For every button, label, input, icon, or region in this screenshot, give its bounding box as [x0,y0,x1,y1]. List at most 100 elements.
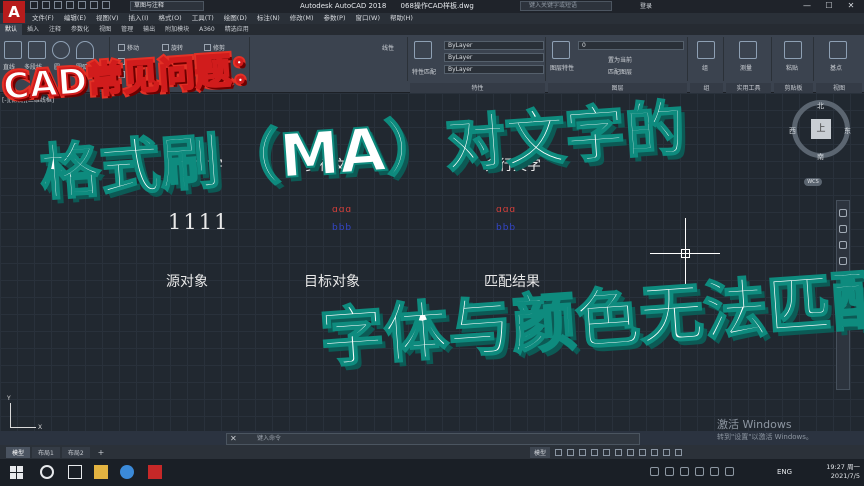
lineweight-icon[interactable] [615,449,623,456]
linewidth-tool[interactable]: 线性 [382,43,394,52]
close-button[interactable]: ✕ [840,0,862,12]
menu-insert[interactable]: 插入(I) [129,13,149,24]
workspace-gear-icon[interactable] [639,449,647,456]
target-text-blue[interactable]: bbb [332,223,352,233]
workspace-select[interactable]: 草图与注释 [130,1,204,11]
search-input[interactable]: 键入关键字或短语 [520,1,612,11]
viewcube-top-face[interactable]: 上 [811,119,831,139]
app-logo-button[interactable]: A [3,1,25,23]
tab-annotate[interactable]: 注释 [44,24,66,35]
command-close-icon[interactable]: ✕ [230,434,237,444]
tab-a360[interactable]: A360 [194,24,220,35]
task-view-icon[interactable] [68,465,82,479]
menu-params[interactable]: 参数(P) [323,13,345,24]
paste-icon[interactable] [784,41,802,59]
tab-parametric[interactable]: 参数化 [66,24,94,35]
clock-time: 19:27 周一 [826,463,860,471]
login-button[interactable]: 登录 [640,1,652,10]
zoom-icon[interactable] [839,241,847,249]
source-text-1111[interactable]: 1111 [168,210,229,234]
autocad-taskbar-icon[interactable] [148,465,162,479]
menu-view[interactable]: 视图(V) [96,13,119,24]
isolate-icon[interactable] [651,449,659,456]
windows-start-icon[interactable] [10,466,23,479]
match-properties-icon[interactable] [414,41,432,59]
tab-manage[interactable]: 管理 [116,24,138,35]
minimize-button[interactable]: — [796,0,818,12]
menu-file[interactable]: 文件(F) [32,13,54,24]
result-text-red[interactable]: ɑɑɑ [496,205,516,215]
chrome-icon[interactable] [120,465,134,479]
set-current-button[interactable]: 置为当前 [608,55,632,64]
menu-draw[interactable]: 绘图(D) [224,13,247,24]
customize-icon[interactable] [675,449,683,456]
input-language[interactable]: ENG [777,468,792,476]
match-layer-button[interactable]: 匹配图层 [608,67,632,76]
wcs-menu-button[interactable]: WCS [804,178,822,186]
system-tray-icons [650,467,734,476]
tray-wechat-icon[interactable] [680,467,689,476]
target-text-red[interactable]: ɑɑɑ [332,205,352,215]
menu-bar: 文件(F) 编辑(E) 视图(V) 插入(I) 格式(O) 工具(T) 绘图(D… [26,13,864,24]
save-icon[interactable] [54,1,62,9]
tab-view[interactable]: 视图 [94,24,116,35]
full-navigation-wheel-icon[interactable] [839,209,847,217]
model-space-toggle[interactable]: 模型 [530,447,551,458]
tab-default[interactable]: 默认 [0,24,23,35]
command-input[interactable]: 键入命令 [257,434,281,444]
tab-featured[interactable]: 精选应用 [220,24,254,35]
fullscreen-icon[interactable] [663,449,671,456]
tab-layout1[interactable]: 布局1 [32,446,60,458]
undo-icon[interactable] [90,1,98,9]
polar-icon[interactable] [591,449,599,456]
menu-window[interactable]: 窗口(W) [355,13,380,24]
tab-insert[interactable]: 插入 [22,24,44,35]
color-combo[interactable]: ByLayer [444,41,544,50]
group-icon[interactable] [697,41,715,59]
viewcube-west[interactable]: 西 [789,126,796,136]
viewcube-north[interactable]: 北 [817,101,824,111]
maximize-button[interactable]: ☐ [818,0,840,12]
search-icon[interactable] [40,465,54,479]
base-icon[interactable] [829,41,847,59]
new-icon[interactable] [30,1,38,9]
tray-volume-icon[interactable] [710,467,719,476]
print-icon[interactable] [78,1,86,9]
redo-icon[interactable] [102,1,110,9]
layer-properties-icon[interactable] [552,41,570,59]
add-layout-button[interactable]: + [92,447,111,458]
tray-network-icon[interactable] [695,467,704,476]
grid-icon[interactable] [555,449,563,456]
tab-model[interactable]: 模型 [6,446,31,458]
ortho-icon[interactable] [579,449,587,456]
measure-icon[interactable] [739,41,757,59]
pan-icon[interactable] [839,225,847,233]
layer-combo[interactable]: 0 [578,41,684,50]
menu-modify[interactable]: 修改(M) [290,13,314,24]
saveas-icon[interactable] [66,1,74,9]
osnap-icon[interactable] [603,449,611,456]
tray-chevron-icon[interactable] [650,467,659,476]
tab-output[interactable]: 输出 [138,24,160,35]
label-source-object[interactable]: 源对象 [166,271,208,291]
annotation-scale-icon[interactable] [627,449,635,456]
menu-edit[interactable]: 编辑(E) [64,13,86,24]
tray-battery-icon[interactable] [725,467,734,476]
menu-format[interactable]: 格式(O) [159,13,182,24]
clock[interactable]: 19:27 周一 2021/7/5 [826,463,860,481]
viewcube-south[interactable]: 南 [817,152,824,162]
lineweight-combo[interactable]: ByLayer [444,65,544,74]
menu-dimension[interactable]: 标注(N) [257,13,280,24]
command-line[interactable]: ✕ 键入命令 [226,433,640,445]
viewcube-east[interactable]: 东 [844,126,851,136]
tray-app-icon[interactable] [665,467,674,476]
tab-layout2[interactable]: 布局2 [61,446,90,458]
snap-icon[interactable] [567,449,575,456]
open-icon[interactable] [42,1,50,9]
tab-addins[interactable]: 附加模块 [160,24,194,35]
linetype-combo[interactable]: ByLayer [444,53,544,62]
result-text-blue[interactable]: bbb [496,223,516,233]
menu-help[interactable]: 帮助(H) [390,13,413,24]
file-explorer-icon[interactable] [94,465,108,479]
menu-tools[interactable]: 工具(T) [192,13,214,24]
